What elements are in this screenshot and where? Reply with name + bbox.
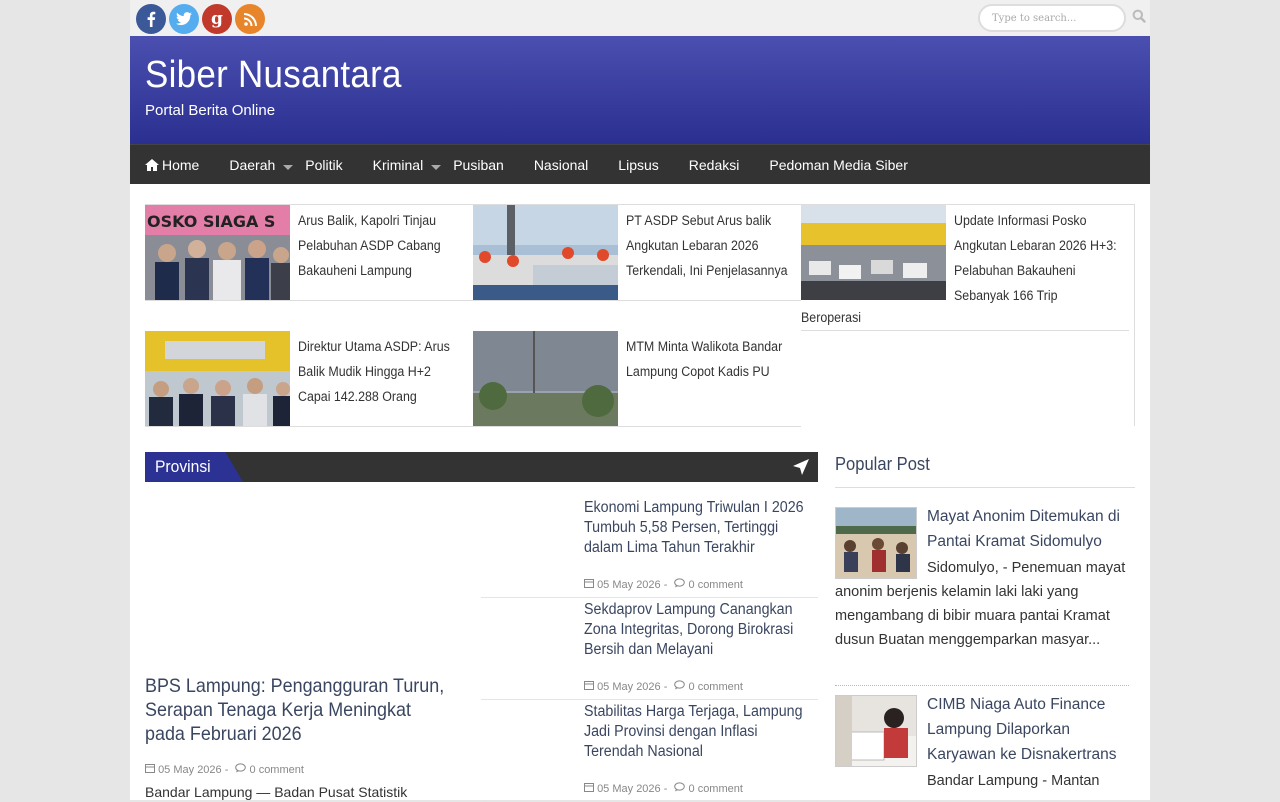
calendar-icon	[145, 764, 155, 773]
list-item[interactable]: Sekdaprov Lampung Canangkan Zona Integri…	[481, 598, 818, 700]
nav-item-daerah[interactable]: Daerah	[214, 145, 305, 185]
lead-article-excerpt: Bandar Lampung — Badan Pusat Statistik	[145, 784, 408, 800]
svg-text:OSKO SIAGA S: OSKO SIAGA S	[147, 212, 275, 231]
divider	[145, 426, 473, 427]
nav-item-lipsus[interactable]: Lipsus	[603, 145, 673, 185]
comment-count[interactable]: 0 comment	[250, 764, 304, 776]
calendar-icon	[584, 681, 594, 690]
featured-grid: OSKO SIAGA S Arus Balik, Kapolri Tinjau …	[145, 204, 1135, 427]
post-meta: 05 May 2026 - 0 comment	[584, 578, 743, 591]
facebook-icon[interactable]	[136, 4, 166, 34]
location-arrow-icon[interactable]	[792, 458, 810, 481]
nav-label: Kriminal	[372, 156, 424, 173]
nav-item-nasional[interactable]: Nasional	[519, 145, 603, 185]
top-bar: g	[130, 0, 1150, 36]
comment-icon	[235, 763, 247, 773]
search-bar	[978, 4, 1146, 32]
popular-post-heading: Popular Post	[835, 454, 930, 474]
comment-icon	[674, 578, 686, 588]
featured-thumbnail[interactable]	[473, 205, 618, 300]
nav-item-pusiban[interactable]: Pusiban	[453, 145, 519, 185]
comment-count[interactable]: 0 comment	[689, 579, 743, 591]
comment-count[interactable]: 0 comment	[689, 681, 743, 693]
post-meta: 05 May 2026 - 0 comment	[584, 680, 743, 693]
site-title[interactable]: Siber Nusantara	[145, 54, 402, 97]
nav-label: Home	[162, 156, 200, 173]
nav-label: Lipsus	[618, 156, 659, 173]
comment-icon	[674, 680, 686, 690]
post-date: 05 May 2026 -	[597, 783, 668, 795]
popular-excerpt: Bandar Lampung - Mantan	[927, 773, 1100, 789]
featured-thumbnail[interactable]	[145, 331, 290, 426]
nav-label: Politik	[305, 156, 343, 173]
post-date: 05 May 2026 -	[597, 681, 668, 693]
nav-item-politik[interactable]: Politik	[305, 145, 357, 185]
section-header-provinsi: Provinsi	[145, 452, 818, 482]
site-header: Siber Nusantara Portal Berita Online	[130, 36, 1150, 144]
featured-title-overflow[interactable]: Beroperasi	[801, 308, 861, 328]
post-title[interactable]: Sekdaprov Lampung Canangkan Zona Integri…	[584, 600, 805, 660]
lead-article-meta: 05 May 2026 - 0 comment	[145, 763, 304, 776]
featured-title[interactable]: PT ASDP Sebut Arus balik Angkutan Lebara…	[626, 208, 792, 283]
post-meta: 05 May 2026 - 0 comment	[584, 782, 743, 795]
featured-title[interactable]: MTM Minta Walikota Bandar Lampung Copot …	[626, 334, 792, 384]
divider	[801, 330, 1129, 331]
comment-icon	[674, 782, 686, 792]
featured-thumbnail[interactable]	[473, 331, 618, 426]
nav-label: Daerah	[229, 156, 276, 173]
google-plus-icon[interactable]: g	[202, 4, 232, 34]
post-title[interactable]: Ekonomi Lampung Triwulan I 2026 Tumbuh 5…	[584, 498, 805, 558]
post-date: 05 May 2026 -	[597, 579, 668, 591]
featured-title[interactable]: Direktur Utama ASDP: Arus Balik Mudik Hi…	[298, 334, 464, 409]
nav-item-pedoman-media-siber[interactable]: Pedoman Media Siber	[754, 145, 923, 185]
calendar-icon	[584, 783, 594, 792]
twitter-icon[interactable]	[169, 4, 199, 34]
post-date: 05 May 2026 -	[158, 764, 229, 776]
social-links: g	[136, 4, 265, 34]
search-input[interactable]	[978, 4, 1126, 32]
featured-thumbnail[interactable]	[801, 205, 946, 300]
divider	[145, 300, 473, 301]
site-description: Portal Berita Online	[145, 102, 276, 119]
divider	[835, 487, 1135, 488]
divider	[835, 685, 1129, 686]
lead-article-title[interactable]: BPS Lampung: Pengangguran Turun, Serapan…	[145, 674, 449, 746]
nav-label: Pusiban	[453, 156, 504, 173]
featured-title[interactable]: Update Informasi Posko Angkutan Lebaran …	[954, 208, 1120, 308]
home-icon	[145, 158, 159, 171]
popular-title[interactable]: Mayat Anonim Ditemukan di Pantai Kramat …	[927, 504, 1135, 554]
popular-excerpt: Sidomulyo, - Penemuan mayat anonim berje…	[835, 560, 1126, 648]
nav-item-redaksi[interactable]: Redaksi	[674, 145, 755, 185]
featured-title[interactable]: Arus Balik, Kapolri Tinjau Pelabuhan ASD…	[298, 208, 464, 283]
search-icon[interactable]	[1132, 9, 1146, 28]
caret-down-icon	[283, 164, 294, 170]
nav-item-kriminal[interactable]: Kriminal	[358, 145, 454, 185]
popular-title[interactable]: CIMB Niaga Auto Finance Lampung Dilapork…	[927, 692, 1135, 767]
caret-down-icon	[431, 164, 442, 170]
featured-thumbnail[interactable]: OSKO SIAGA S	[145, 205, 290, 300]
list-item[interactable]: Stabilitas Harga Terjaga, Lampung Jadi P…	[481, 700, 818, 802]
list-item[interactable]: Ekonomi Lampung Triwulan I 2026 Tumbuh 5…	[481, 496, 818, 598]
divider	[473, 426, 801, 427]
main-nav: Home Daerah Politik Kriminal Pusiban Nas…	[130, 144, 1150, 184]
divider	[473, 300, 801, 301]
nav-label: Nasional	[533, 156, 589, 173]
comment-count[interactable]: 0 comment	[689, 783, 743, 795]
post-title[interactable]: Stabilitas Harga Terjaga, Lampung Jadi P…	[584, 702, 805, 762]
rss-icon[interactable]	[235, 4, 265, 34]
calendar-icon	[584, 579, 594, 588]
nav-label: Redaksi	[688, 156, 740, 173]
popular-thumbnail[interactable]	[835, 695, 917, 767]
content-area: OSKO SIAGA S Arus Balik, Kapolri Tinjau …	[130, 184, 1150, 802]
nav-label: Pedoman Media Siber	[769, 156, 908, 173]
section-title[interactable]: Provinsi	[155, 457, 211, 477]
nav-item-home[interactable]: Home	[130, 145, 214, 185]
